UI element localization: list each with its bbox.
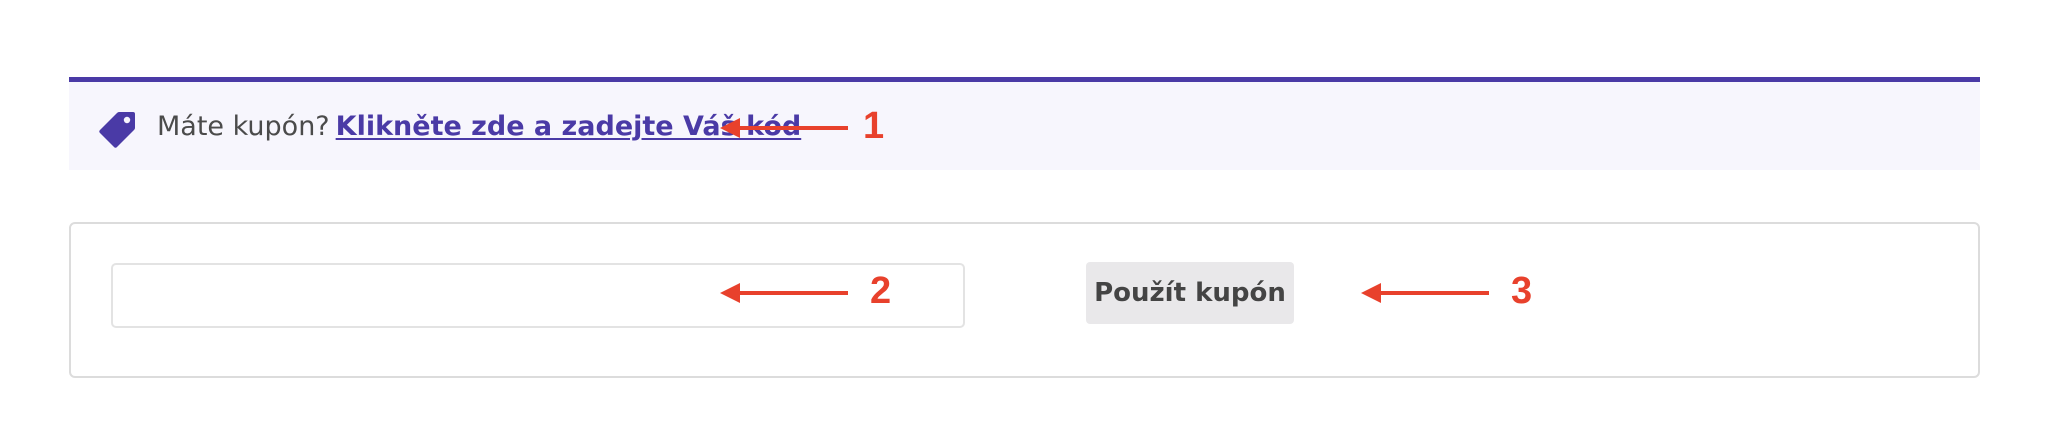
arrow-left-icon [1361,283,1489,303]
annotation-number: 1 [863,105,885,147]
coupon-notice: Máte kupón? Klikněte zde a zadejte Váš kó… [69,77,1980,170]
annotation-number: 3 [1511,270,1533,312]
tag-icon [97,109,137,149]
apply-coupon-button[interactable]: Použít kupón [1086,262,1294,324]
coupon-notice-prefix: Máte kupón? [157,111,330,142]
arrow-left-icon [720,118,848,138]
annotation-arrow-3: 3 [1361,270,1533,313]
annotation-number: 2 [870,270,892,312]
annotation-arrow-2: 2 [720,270,892,313]
arrow-left-icon [720,283,848,303]
annotation-arrow-1: 1 [720,105,890,148]
coupon-form: Použít kupón [69,222,1980,378]
coupon-notice-text: Máte kupón? Klikněte zde a zadejte Váš kó… [157,110,801,144]
